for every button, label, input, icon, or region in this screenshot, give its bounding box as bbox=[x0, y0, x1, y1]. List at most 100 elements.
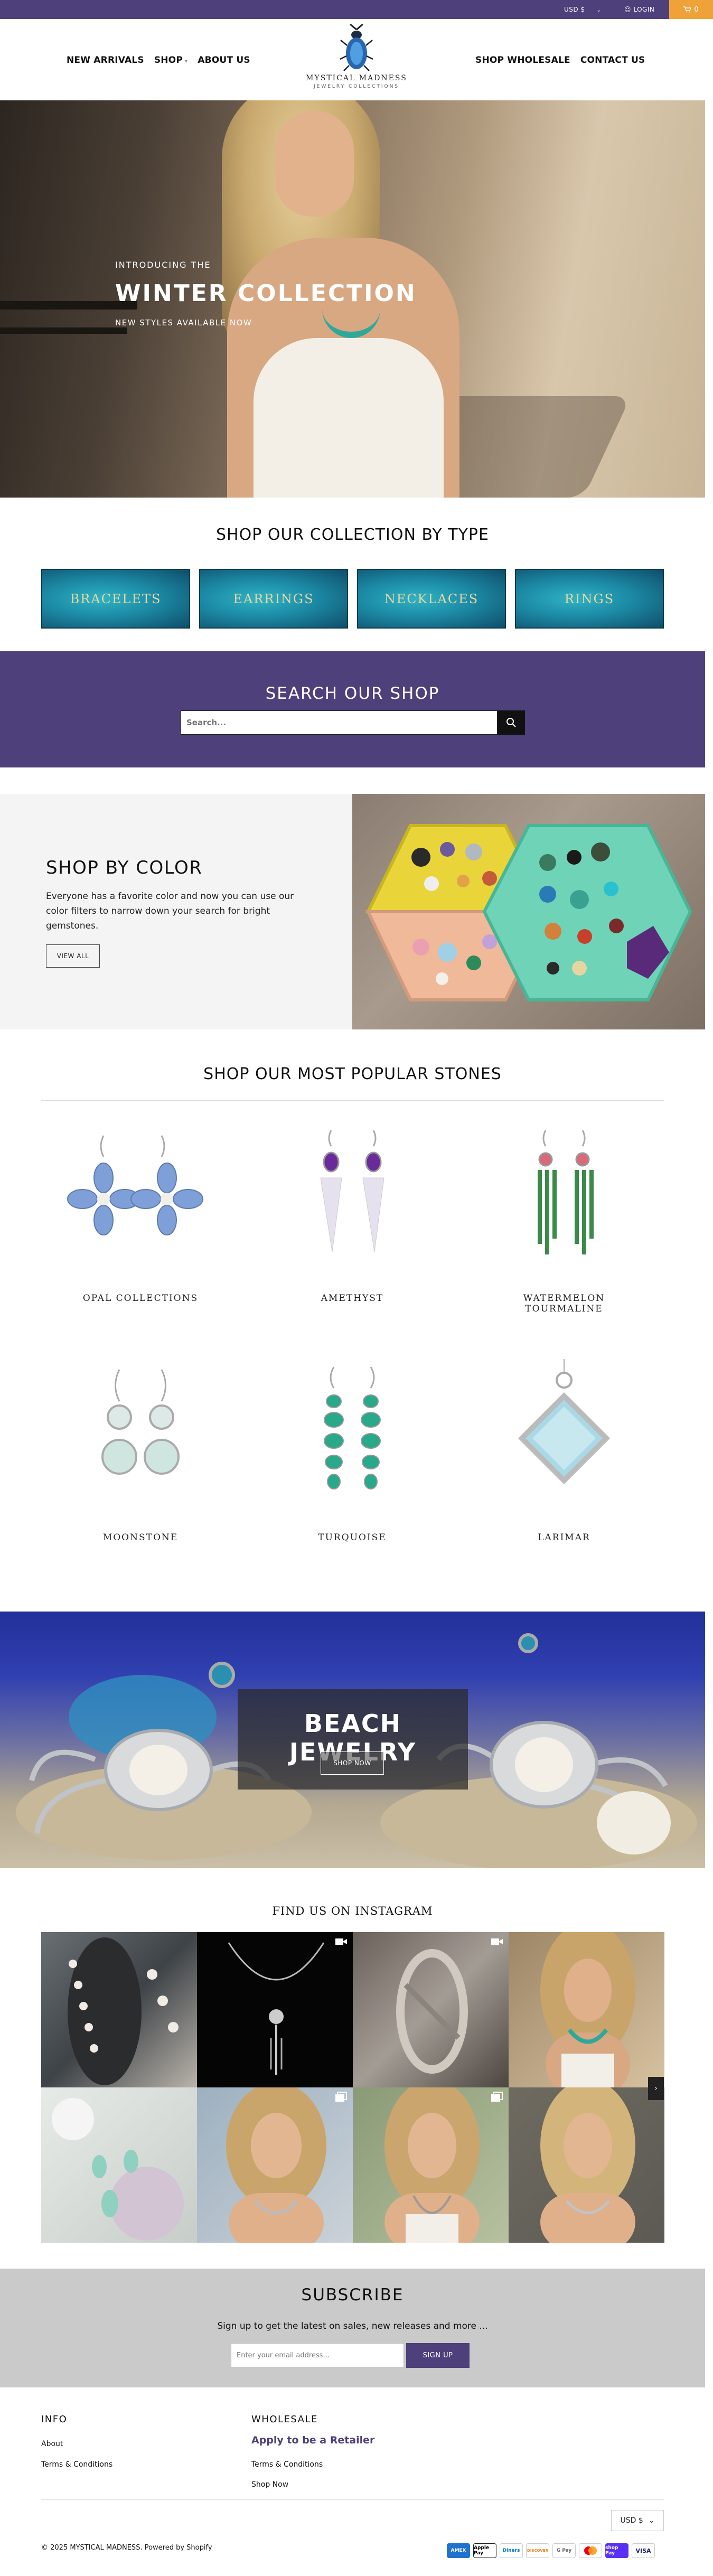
hero-model-face bbox=[275, 111, 354, 217]
moonstone-earrings-image bbox=[101, 1369, 180, 1475]
instagram-next-button[interactable]: › bbox=[648, 2077, 664, 2100]
hero-banner[interactable]: INTRODUCING THE WINTER COLLECTION NEW ST… bbox=[0, 100, 705, 498]
footer-wholesale-title: WHOLESALE bbox=[251, 2414, 318, 2425]
model-photo bbox=[540, 2087, 635, 2243]
stone-card-watermelon-tourmaline[interactable]: WATERMELON TOURMALINE bbox=[485, 1120, 643, 1314]
footer-link-about[interactable]: About bbox=[41, 2440, 63, 2448]
stone-card-moonstone[interactable]: MOONSTONE bbox=[61, 1359, 220, 1543]
popular-stones-title: SHOP OUR MOST POPULAR STONES bbox=[203, 1065, 502, 1083]
view-all-button[interactable]: VIEW ALL bbox=[46, 944, 100, 968]
login-link[interactable]: ☺ LOGIN bbox=[624, 6, 654, 13]
opal-earrings-image bbox=[67, 1135, 203, 1235]
instagram-post[interactable] bbox=[41, 2087, 197, 2243]
diners-club-icon: Diners bbox=[500, 2543, 523, 2558]
type-card-rings[interactable]: RINGS bbox=[515, 569, 664, 629]
instagram-post[interactable] bbox=[41, 1932, 197, 2087]
instagram-post[interactable] bbox=[353, 2087, 509, 2243]
apply-retailer-link[interactable]: Apply to be a Retailer bbox=[251, 2434, 374, 2446]
currency-selector[interactable]: USD $ ⌄ bbox=[564, 6, 601, 13]
stone-label: AMETHYST bbox=[321, 1293, 384, 1304]
stone-image bbox=[485, 1359, 643, 1518]
stone-image bbox=[61, 1359, 220, 1518]
stone-image bbox=[273, 1359, 431, 1518]
stone-label: LARIMAR bbox=[538, 1532, 590, 1543]
footer-currency-selector[interactable]: USD $ ⌄ bbox=[611, 2510, 664, 2531]
type-card-earrings[interactable]: EARRINGS bbox=[199, 569, 348, 629]
stone-image bbox=[485, 1120, 643, 1278]
hero-intro: INTRODUCING THE bbox=[115, 260, 211, 270]
type-card-bracelets[interactable]: BRACELETS bbox=[41, 569, 190, 629]
nav-contact-us[interactable]: CONTACT US bbox=[580, 55, 645, 65]
stone-card-larimar[interactable]: LARIMAR bbox=[485, 1359, 643, 1543]
video-icon bbox=[491, 1938, 503, 1945]
stone-label: WATERMELON TOURMALINE bbox=[523, 1293, 605, 1314]
main-nav-left: NEW ARRIVALS SHOP ▾ ABOUT US bbox=[67, 55, 250, 65]
main-nav-right: SHOP WHOLESALE CONTACT US bbox=[475, 55, 645, 65]
footer-link-wholesale-terms[interactable]: Terms & Conditions bbox=[251, 2460, 323, 2469]
visa-icon: VISA bbox=[632, 2543, 655, 2558]
beach-jewelry-banner[interactable]: BEACH JEWELRY SHOP NOW bbox=[0, 1612, 705, 1868]
stone-card-amethyst[interactable]: AMETHYST bbox=[273, 1120, 431, 1304]
search-box bbox=[181, 710, 498, 735]
cart-icon bbox=[683, 6, 691, 13]
subscribe-title: SUBSCRIBE bbox=[301, 2285, 404, 2305]
mastercard-logo bbox=[584, 2546, 597, 2555]
seafoam-earrings-photo bbox=[52, 2098, 184, 2241]
chevron-down-icon: ▾ bbox=[185, 59, 188, 64]
logo-brand: MYSTICAL MADNESS bbox=[306, 74, 407, 82]
section-divider bbox=[41, 1100, 664, 1101]
stone-label: OPAL COLLECTIONS bbox=[82, 1293, 199, 1304]
model-photo bbox=[384, 2087, 480, 2243]
instagram-post[interactable] bbox=[509, 1932, 664, 2087]
email-box bbox=[231, 2343, 404, 2368]
instagram-post[interactable] bbox=[197, 2087, 353, 2243]
instagram-post[interactable] bbox=[353, 1932, 509, 2087]
stone-card-opal[interactable]: OPAL COLLECTIONS bbox=[61, 1120, 220, 1304]
amethyst-earrings-image bbox=[320, 1130, 384, 1252]
search-section: SEARCH OUR SHOP bbox=[0, 651, 705, 767]
type-card-necklaces[interactable]: NECKLACES bbox=[357, 569, 506, 629]
shop-by-color-title: SHOP BY COLOR bbox=[46, 857, 203, 878]
amex-icon: AMEX bbox=[447, 2543, 470, 2558]
beach-jewelry-panel: BEACH JEWELRY SHOP NOW bbox=[238, 1689, 468, 1790]
shop-now-button[interactable]: SHOP NOW bbox=[321, 1751, 384, 1775]
hero-title: WINTER COLLECTION bbox=[115, 280, 417, 307]
nav-new-arrivals[interactable]: NEW ARRIVALS bbox=[67, 55, 144, 65]
type-label: EARRINGS bbox=[233, 591, 314, 606]
footer-info-title: INFO bbox=[41, 2414, 68, 2425]
tourmaline-earrings-image bbox=[538, 1130, 594, 1254]
login-label: LOGIN bbox=[633, 6, 655, 13]
instagram-post[interactable] bbox=[509, 2087, 664, 2243]
chevron-right-icon: › bbox=[654, 2084, 658, 2093]
nav-shop[interactable]: SHOP ▾ bbox=[154, 55, 187, 65]
search-icon bbox=[506, 718, 516, 727]
copyright-text: © 2025 MYSTICAL MADNESS. Powered by Shop… bbox=[41, 2544, 212, 2552]
ring-photo bbox=[396, 1949, 468, 2074]
video-icon bbox=[335, 1938, 347, 1945]
search-title: SEARCH OUR SHOP bbox=[265, 684, 440, 703]
stone-card-turquoise[interactable]: TURQUOISE bbox=[273, 1359, 431, 1543]
instagram-post[interactable] bbox=[197, 1932, 353, 2087]
search-button[interactable] bbox=[498, 710, 525, 735]
search-input[interactable] bbox=[181, 711, 497, 734]
discover-icon: DISCOVER bbox=[526, 2543, 549, 2558]
footer-link-shop-now[interactable]: Shop Now bbox=[251, 2480, 288, 2489]
nav-shop-wholesale[interactable]: SHOP WHOLESALE bbox=[475, 55, 570, 65]
email-field[interactable] bbox=[231, 2344, 404, 2367]
model-photo bbox=[540, 1932, 635, 2087]
top-bar: USD $ ⌄ ☺ LOGIN 0 bbox=[0, 0, 713, 19]
nav-about-us[interactable]: ABOUT US bbox=[198, 55, 250, 65]
subscribe-text: Sign up to get the latest on sales, new … bbox=[217, 2321, 488, 2331]
site-logo[interactable]: MYSTICAL MADNESS JEWELRY COLLECTIONS bbox=[304, 24, 409, 98]
sign-up-button[interactable]: SIGN UP bbox=[406, 2343, 470, 2368]
footer-link-terms[interactable]: Terms & Conditions bbox=[41, 2460, 112, 2469]
cart-button[interactable]: 0 bbox=[669, 0, 713, 19]
gemstone-tray-image[interactable] bbox=[352, 794, 705, 1029]
chevron-down-icon: ⌄ bbox=[648, 2516, 655, 2525]
stone-label: TURQUOISE bbox=[318, 1532, 387, 1543]
collection-title: SHOP OUR COLLECTION BY TYPE bbox=[216, 526, 489, 544]
hero-model-top bbox=[254, 338, 444, 498]
larimar-pendant-image bbox=[518, 1359, 611, 1485]
type-label: BRACELETS bbox=[70, 591, 162, 606]
necklace-display-photo bbox=[68, 1937, 179, 2085]
